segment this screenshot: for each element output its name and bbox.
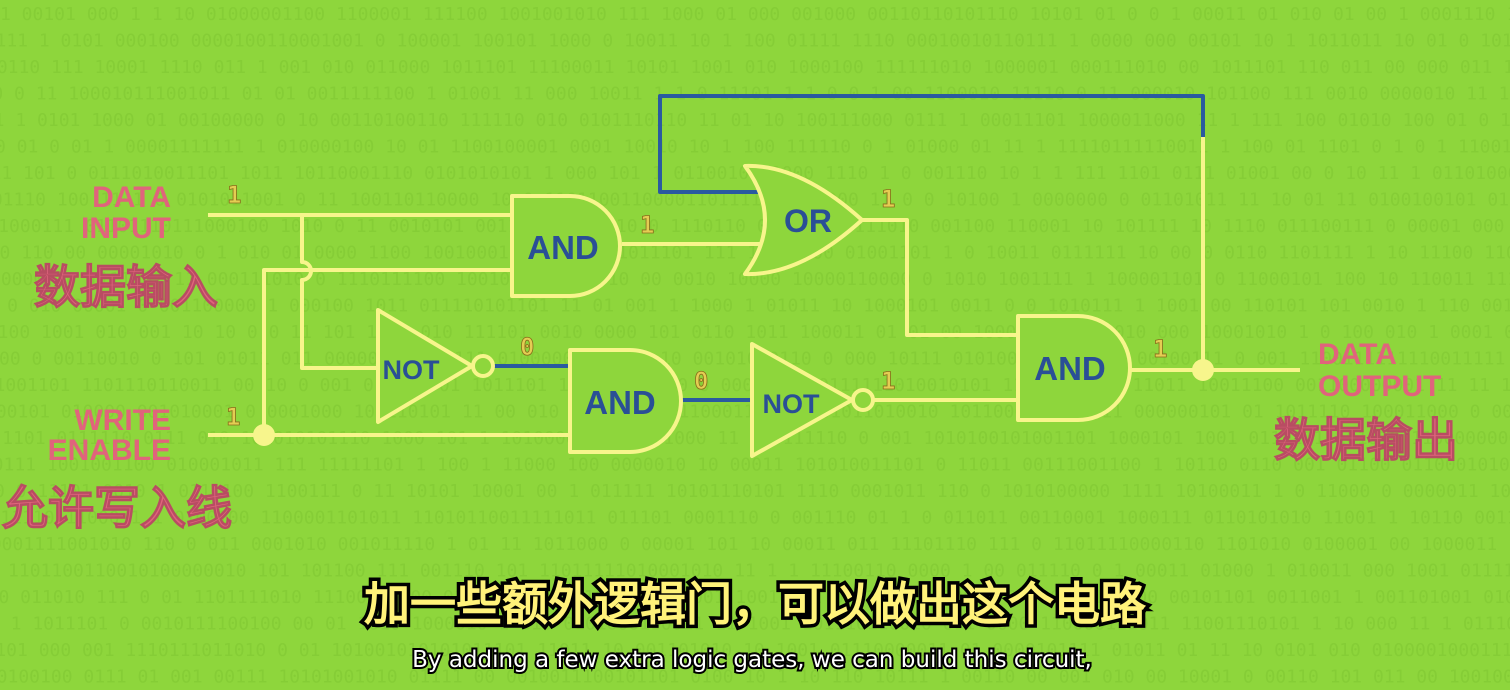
subtitle-english: By adding a few extra logic gates, we ca… <box>412 647 1092 673</box>
junction-write-enable <box>253 424 275 446</box>
binary-row: 10 111 1 0101 000100 0000100110001001 0 … <box>0 31 1510 52</box>
subtitle-chinese: 加一些额外逻辑门，可以做出这个电路 <box>364 577 1147 631</box>
data-input-label-line1: DATA <box>92 181 171 214</box>
data-output-label-line2: OUTPUT <box>1318 370 1441 403</box>
or-gate-label: OR <box>784 203 832 239</box>
write-enable-label-cn: 允许写入线 <box>2 481 232 535</box>
binary-row: 1 00 0 010 00001 0 001100000 1 000100 10… <box>0 296 1510 317</box>
binary-row: 0 01 0 01 1 00001111111 1 010000100 10 0… <box>0 137 1510 158</box>
and-gate-middle-label: AND <box>584 384 656 421</box>
data-output-label-line1: DATA <box>1318 338 1397 371</box>
binary-row: 00001111001010 110 0 011 0001010 0010111… <box>0 534 1510 555</box>
not-gate-top-bubble <box>471 354 495 378</box>
bit-and-top-out: 1 <box>640 211 654 239</box>
circuit-diagram: 1 00101 000 1 1 10 01000001100 1100001 1… <box>0 4 1510 688</box>
junction-output <box>1192 359 1214 381</box>
bit-data-input: 1 <box>227 181 241 209</box>
data-input-label-line2: INPUT <box>81 212 171 245</box>
bit-not-top-out: 0 <box>520 333 534 361</box>
not-gate-middle-label: NOT <box>763 389 821 419</box>
and-gate-output-label: AND <box>1034 350 1106 387</box>
bit-or-out: 1 <box>881 185 895 213</box>
not-gate-middle-bubble <box>851 388 875 412</box>
video-frame: 1 00101 000 1 1 10 01000001100 1100001 1… <box>0 0 1510 690</box>
wire-data-branch <box>300 215 378 370</box>
data-output-label-cn: 数据输出 <box>1274 413 1458 467</box>
not-gate-top-label: NOT <box>383 355 441 385</box>
data-input-label-cn: 数据输入 <box>34 260 218 314</box>
and-gate-top-label: AND <box>527 229 599 266</box>
binary-row: 1 00101 000 1 1 10 01000001100 1100001 1… <box>0 4 1510 25</box>
binary-row: 000 01000111 01101110111000100 1010 0 11… <box>0 216 1510 237</box>
binary-row: 1 1 1 0101 1000 01 00100000 0 10 0011010… <box>0 110 1510 131</box>
binary-row: 01100 1001 010 001 10 10 0 0 11 101 1 11… <box>0 322 1510 343</box>
bit-and-output-out: 1 <box>1153 335 1167 363</box>
bit-write-enable: 1 <box>226 403 240 431</box>
bit-and-middle-out: 0 <box>694 367 708 395</box>
binary-row: 00110 111 10001 1110 011 1 001 010 01100… <box>0 57 1510 78</box>
write-enable-label-line2: ENABLE <box>48 434 171 467</box>
bit-not-middle-out: 1 <box>881 367 895 395</box>
write-enable-label-line1: WRITE <box>74 404 171 437</box>
